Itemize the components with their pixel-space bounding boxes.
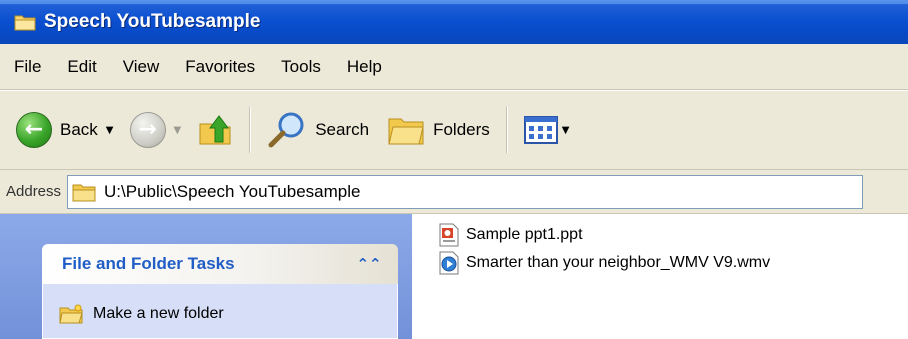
menu-tools[interactable]: Tools: [281, 55, 321, 79]
views-icon: [523, 116, 558, 144]
toolbar-separator: [505, 107, 508, 153]
task-pane: File and Folder Tasks ⌃⌃ Make a new fold…: [0, 214, 412, 339]
make-new-folder-link[interactable]: Make a new folder: [59, 304, 224, 324]
back-arrow-icon: ←: [16, 112, 52, 148]
address-bar: Address U:\Public\Speech YouTubesample: [0, 170, 908, 214]
menu-file[interactable]: File: [14, 55, 41, 79]
task-panel-body: Make a new folder: [42, 284, 398, 339]
up-folder-button[interactable]: [193, 102, 237, 158]
menu-bar: File Edit View Favorites Tools Help: [0, 44, 908, 90]
file-list: Sample ppt1.ppt Smarter than your neighb…: [438, 222, 770, 278]
menu-view[interactable]: View: [123, 55, 160, 79]
address-input[interactable]: U:\Public\Speech YouTubesample: [67, 174, 864, 209]
views-button[interactable]: ▼: [520, 102, 574, 158]
menu-help[interactable]: Help: [347, 55, 382, 79]
search-icon: [268, 112, 304, 148]
address-label: Address: [6, 183, 62, 200]
address-text: U:\Public\Speech YouTubesample: [104, 181, 361, 201]
folders-label: Folders: [433, 120, 490, 139]
toolbar-separator: [249, 107, 252, 153]
views-dropdown-icon[interactable]: ▼: [562, 125, 570, 136]
search-label: Search: [315, 120, 370, 139]
folder-icon: [14, 15, 36, 31]
menu-edit[interactable]: Edit: [67, 55, 96, 79]
file-name: Sample ppt1.ppt: [466, 226, 583, 243]
file-name: Smarter than your neighbor_WMV V9.wmv: [466, 254, 771, 271]
title-bar[interactable]: Speech YouTubesample: [0, 0, 908, 44]
new-folder-icon: [59, 304, 83, 324]
list-item[interactable]: Sample ppt1.ppt: [438, 222, 770, 248]
folders-icon: [388, 118, 424, 145]
forward-arrow-icon: →: [129, 112, 166, 148]
menu-favorites[interactable]: Favorites: [185, 55, 255, 79]
window-title: Speech YouTubesample: [44, 11, 261, 32]
folder-icon: [72, 184, 96, 201]
make-new-folder-label: Make a new folder: [93, 305, 224, 322]
task-panel-header[interactable]: File and Folder Tasks ⌃⌃: [42, 244, 398, 284]
search-button[interactable]: Search: [263, 102, 373, 158]
folders-button[interactable]: Folders: [383, 102, 494, 158]
forward-dropdown-icon[interactable]: ▼: [174, 125, 182, 136]
back-label: Back: [60, 120, 98, 139]
task-panel-title: File and Folder Tasks: [62, 254, 235, 273]
back-dropdown-icon[interactable]: ▼: [106, 125, 114, 136]
toolbar: ← Back ▼ → ▼ Search Folders ▼: [0, 90, 908, 170]
up-folder-icon: [199, 115, 231, 145]
back-button[interactable]: ← Back ▼: [12, 102, 118, 158]
forward-button[interactable]: → ▼: [126, 102, 186, 158]
media-file-icon: [439, 251, 459, 275]
content-area: File and Folder Tasks ⌃⌃ Make a new fold…: [0, 214, 908, 339]
powerpoint-file-icon: [439, 223, 459, 247]
collapse-chevron-icon[interactable]: ⌃⌃: [356, 253, 381, 275]
list-item[interactable]: Smarter than your neighbor_WMV V9.wmv: [438, 250, 770, 276]
